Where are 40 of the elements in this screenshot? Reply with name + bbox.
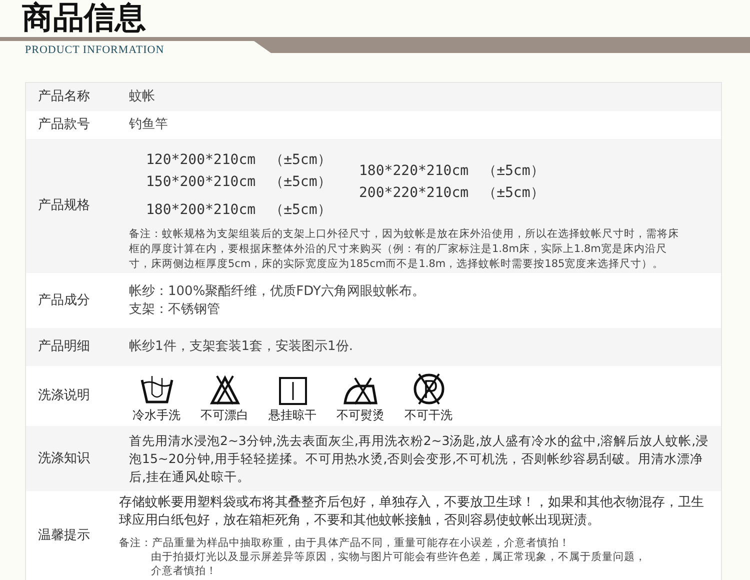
- row-label: 产品明细: [37, 338, 91, 356]
- page-subtitle: PRODUCT INFORMATION: [25, 43, 164, 58]
- hand-wash-icon: [138, 374, 174, 406]
- care-label: 悬挂晾干: [268, 407, 316, 424]
- size-text: 180*200*210cm: [146, 200, 256, 220]
- value-text: 帐纱：100%聚酯纤维，优质FDY六角网眼蚊帐布。: [129, 282, 425, 300]
- tolerance-text: （±5cm）: [270, 200, 332, 220]
- note-text: 介意者慎拍！: [150, 564, 218, 578]
- crossed-triangle-icon: [208, 374, 240, 406]
- value-text: 帐纱1件，支架套装1套，安装图示1份.: [129, 338, 353, 356]
- tolerance-text: （±5cm）: [270, 172, 332, 192]
- page-title: 商品信息: [22, 0, 146, 36]
- value-text: 蚊帐: [129, 88, 155, 106]
- row-label: 产品规格: [37, 197, 91, 216]
- row-label: 产品名称: [37, 88, 91, 106]
- row-label: 温馨提示: [37, 527, 91, 546]
- tolerance-text: （±5cm）: [270, 150, 332, 170]
- size-text: 150*200*210cm: [146, 172, 256, 192]
- care-label: 不可干洗: [404, 407, 452, 424]
- care-label: 不可熨烫: [336, 407, 384, 424]
- size-text: 120*200*210cm: [146, 150, 256, 170]
- note-text: 备注：产品重量为样品中抽取称重，由于具体产品不同，重量可能存在小误差，介意者慎拍！: [119, 536, 571, 550]
- note-text: 备注：蚊帐规格为支架组装后的支架上口外径尺寸，因为蚊帐是放在床外沿使用，所以在选择蚊帐尺寸时，需将床框的厚度计算在内，要根据床整体外沿的尺寸来购买（例：有的厂家标注是1.8m床，实际上1.8m宽是床内沿尺寸，床两侧边框厚度5cm，床的实际宽度应为185cm而不是1.8m，选择蚊帐时需要按185宽度来选择尺寸）。: [129, 226, 680, 272]
- care-label: 不可漂白: [200, 407, 248, 424]
- note-text: 由于拍摄灯光以及显示屏差异等原因，实物与图片可能会有些许色差，属正常现象，不属于质量问题，: [150, 550, 647, 564]
- value-text: 钓鱼竿: [129, 116, 168, 134]
- tolerance-text: （±5cm）: [482, 184, 544, 202]
- tolerance-text: （±5cm）: [482, 162, 544, 180]
- size-text: 200*220*210cm: [359, 184, 469, 202]
- size-text: 180*220*210cm: [359, 162, 469, 180]
- crossed-iron-icon: [342, 376, 378, 406]
- row-label: 产品款号: [37, 116, 91, 134]
- row-label: 产品成分: [37, 292, 91, 310]
- row-label: 洗涤说明: [37, 387, 91, 406]
- row-label: 洗涤知识: [37, 450, 91, 468]
- value-text: 支架：不锈钢管: [129, 300, 221, 318]
- tip-text: 存储蚊帐要用塑料袋或布将其叠整齐后包好，单独存入，不要放卫生球！，如果和其他衣物混存，卫生球应用白纸包好，放在箱柜死角，不要和其他蚊帐接触，否则容易使蚊帐出现斑渍。: [119, 494, 705, 530]
- value-text: 首先用清水浸泡2~3分钟,洗去表面灰尘,再用洗衣粉2~3汤匙,放人盛有冷水的盆中,溶解后放人蚊帐,浸泡15~20分钟,用手轻轻搓揉。不可用热水烫,否则会变形,不可机洗，否则帐纱容易刮破。用清水漂净后,挂在通风处晾干。: [129, 432, 709, 486]
- care-label: 冷水手洗: [132, 407, 180, 424]
- hang-dry-icon: [278, 376, 308, 406]
